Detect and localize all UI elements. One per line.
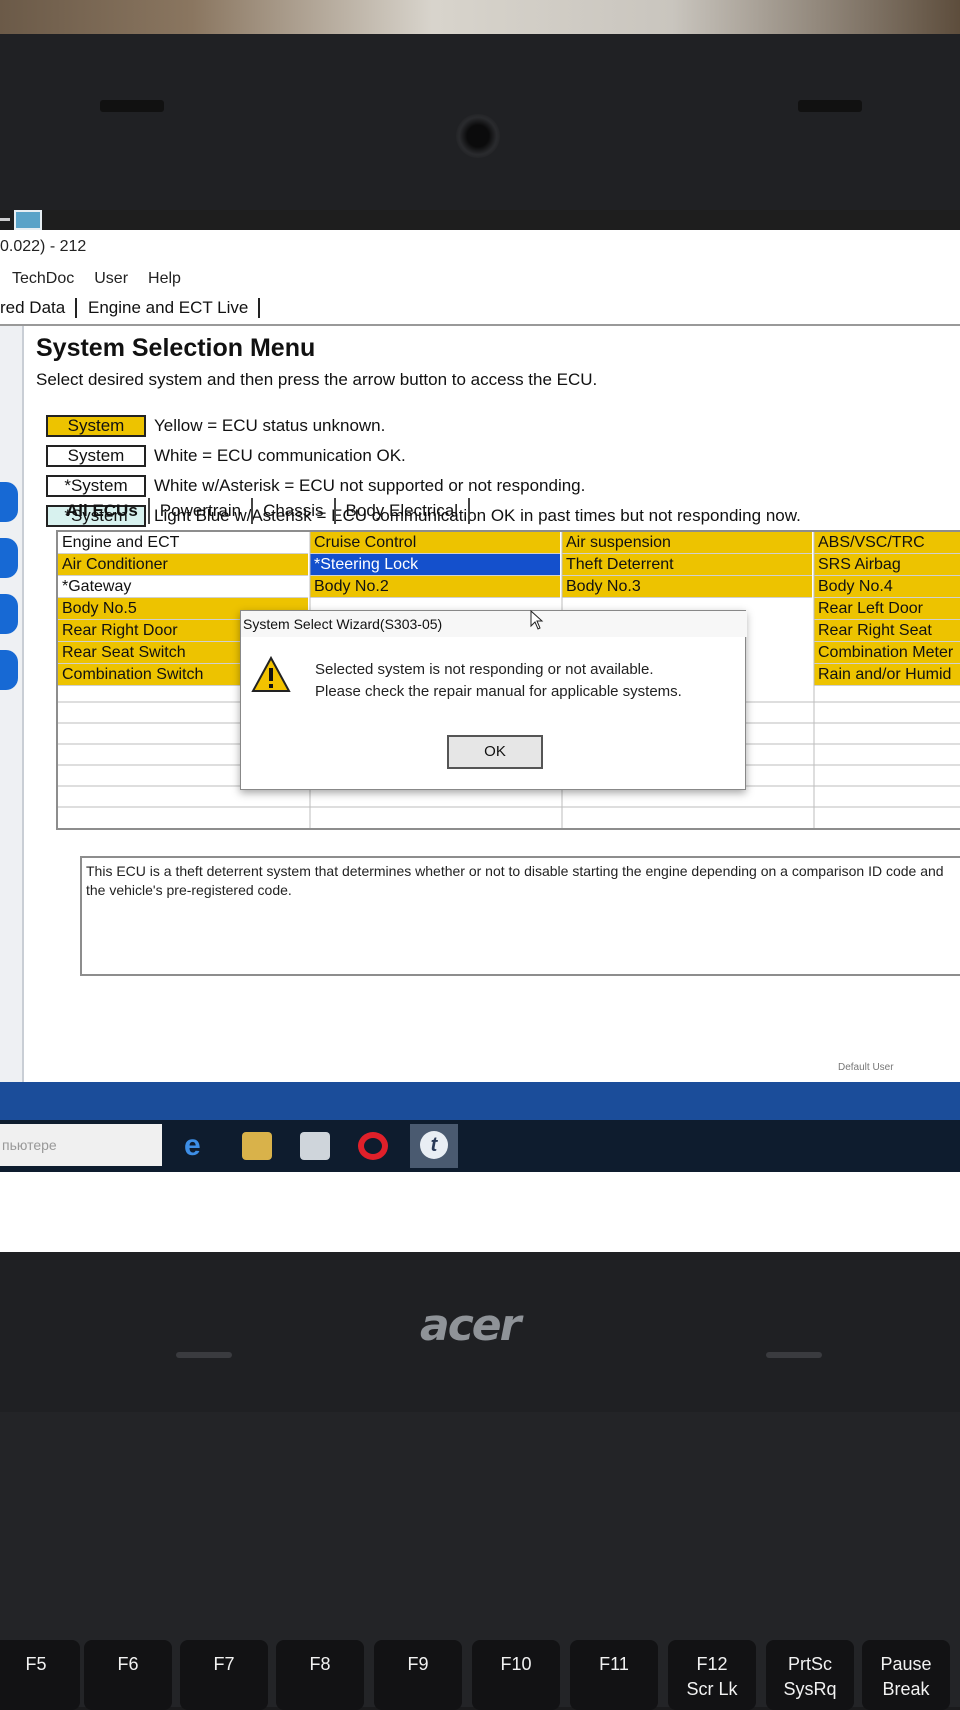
menu-help[interactable]: Help: [148, 270, 181, 292]
techstream-icon: t: [420, 1131, 448, 1159]
bezel-notch: [100, 100, 164, 112]
nav-pill[interactable]: [0, 594, 18, 634]
category-tabs: All ECUs Powertrain Chassis Body Electri…: [56, 498, 470, 528]
key-f7[interactable]: F7: [180, 1640, 268, 1710]
tab-chassis[interactable]: Chassis: [253, 498, 336, 524]
nav-pill[interactable]: [0, 538, 18, 578]
minimize-icon[interactable]: [0, 218, 10, 221]
key-f10[interactable]: F10: [472, 1640, 560, 1710]
bezel-notch: [798, 100, 862, 112]
menu-user[interactable]: User: [94, 270, 128, 292]
dialog-message: Selected system is not responding or not…: [315, 659, 682, 703]
hinge-mark: [766, 1352, 822, 1358]
tab-body-electrical[interactable]: Body Electrical: [336, 498, 470, 524]
warning-icon: [251, 655, 291, 692]
webcam-icon: [456, 114, 500, 158]
legend-swatch-white: System: [46, 445, 146, 467]
hinge-mark: [176, 1352, 232, 1358]
tab-engine-live[interactable]: Engine and ECT Live: [88, 298, 261, 318]
desktop-strip: [0, 1082, 960, 1120]
dialog-title: System Select Wizard(S303-05): [241, 611, 747, 637]
tab-powertrain[interactable]: Powertrain: [150, 498, 254, 524]
edge-icon[interactable]: e: [184, 1131, 214, 1161]
file-explorer-icon[interactable]: [242, 1132, 272, 1160]
legend-row: *System White w/Asterisk = ECU not suppo…: [46, 474, 585, 498]
legend-text: White w/Asterisk = ECU not supported or …: [154, 476, 586, 495]
key-pause[interactable]: Pause Break: [862, 1640, 950, 1710]
tab-stored-data[interactable]: red Data: [0, 298, 78, 318]
left-nav-rail: [0, 326, 24, 1146]
taskbar-search-input[interactable]: пьютере: [0, 1124, 162, 1166]
key-f12[interactable]: F12 Scr Lk: [668, 1640, 756, 1710]
legend-text: Yellow = ECU status unknown.: [154, 416, 386, 435]
key-f5[interactable]: F5: [0, 1640, 80, 1710]
status-user: Default User: [838, 1062, 894, 1073]
maximize-icon[interactable]: [14, 210, 42, 230]
legend-swatch-white-asterisk: *System: [46, 475, 146, 497]
nav-pill[interactable]: [0, 650, 18, 690]
key-f6[interactable]: F6: [84, 1640, 172, 1710]
techstream-taskbar-slot[interactable]: t: [410, 1124, 458, 1168]
key-f9[interactable]: F9: [374, 1640, 462, 1710]
top-tab-bar: red Data Engine and ECT Live: [0, 294, 960, 326]
legend-row: System White = ECU communication OK.: [46, 444, 406, 468]
opera-icon[interactable]: [358, 1132, 388, 1160]
key-f8[interactable]: F8: [276, 1640, 364, 1710]
wizard-dialog: System Select Wizard(S303-05) Selected s…: [240, 610, 747, 790]
laptop-bezel-top: [0, 34, 960, 224]
legend-row: System Yellow = ECU status unknown.: [46, 414, 385, 438]
legend-text: White = ECU communication OK.: [154, 446, 406, 465]
page-instruction: Select desired system and then press the…: [36, 370, 598, 389]
mouse-cursor-icon: [530, 610, 544, 630]
key-f11[interactable]: F11: [570, 1640, 658, 1710]
dialog-message-line1: Selected system is not responding or not…: [315, 661, 654, 678]
tab-all-ecus[interactable]: All ECUs: [56, 498, 150, 524]
key-prtsc[interactable]: PrtSc SysRq: [766, 1640, 854, 1710]
legend-swatch-yellow: System: [46, 415, 146, 437]
window-title: 0.022) - 212: [0, 238, 87, 255]
store-icon[interactable]: [300, 1132, 330, 1160]
ecu-description: This ECU is a theft deterrent system tha…: [80, 856, 960, 976]
menu-bar: TechDoc User Help: [0, 270, 181, 292]
ok-button[interactable]: OK: [447, 735, 543, 769]
page-title: System Selection Menu: [36, 334, 316, 362]
menu-techdoc[interactable]: TechDoc: [12, 270, 74, 292]
taskbar: пьютере e t: [0, 1120, 960, 1172]
window-titlebar: [0, 210, 960, 230]
dialog-message-line2: Please check the repair manual for appli…: [315, 683, 682, 700]
laptop-screen: 0.022) - 212 TechDoc User Help red Data …: [0, 210, 960, 1252]
nav-pill[interactable]: [0, 482, 18, 522]
brand-logo: acer: [420, 1300, 521, 1351]
